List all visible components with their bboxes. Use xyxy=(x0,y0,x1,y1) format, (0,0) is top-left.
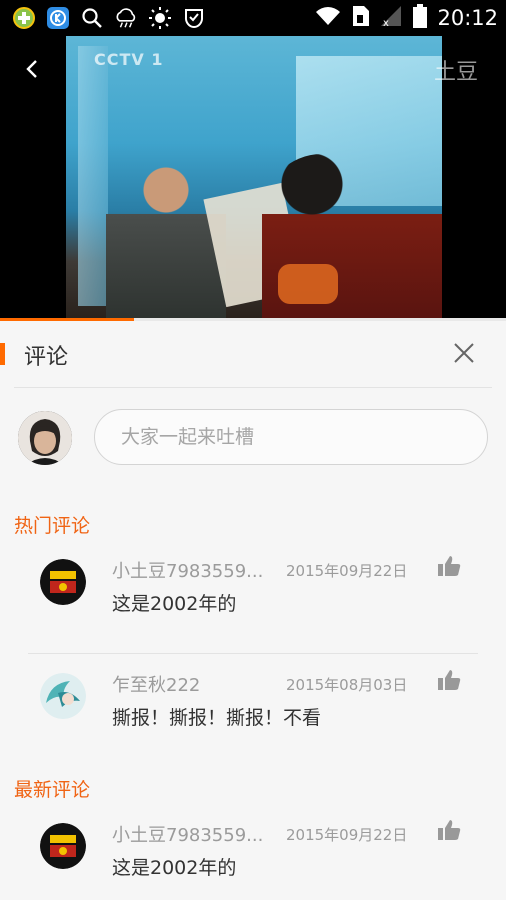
comment-input-box[interactable] xyxy=(94,409,488,465)
new-comments-title: 最新评论 xyxy=(14,779,91,801)
cloud-rain-icon xyxy=(114,6,138,30)
k-app-icon xyxy=(46,6,70,30)
status-time: 20:12 xyxy=(437,6,498,30)
thumbs-up-icon xyxy=(438,670,461,690)
comment-input[interactable] xyxy=(95,410,487,464)
channel-logo: CCTV 1 xyxy=(94,50,164,69)
commenter-avatar[interactable] xyxy=(40,673,86,719)
sun-icon xyxy=(148,6,172,30)
hot-comment-item: 乍至秋222 2015年08月03日 撕报！撕报！撕报！不看 xyxy=(0,655,506,751)
commenter-name[interactable]: 小土豆7983559... xyxy=(112,557,272,583)
commenter-name[interactable]: 小土豆7983559... xyxy=(112,821,272,847)
sim-icon xyxy=(351,4,371,32)
comment-text: 这是2002年的 xyxy=(112,857,237,879)
plus-circle-icon xyxy=(12,6,36,30)
video-player[interactable]: CCTV 1 土豆 xyxy=(0,36,506,318)
like-button[interactable] xyxy=(436,667,462,693)
video-frame: CCTV 1 xyxy=(66,36,442,318)
comment-divider xyxy=(28,653,478,654)
hot-comments-title: 热门评论 xyxy=(14,515,91,537)
chevron-left-icon xyxy=(26,60,37,78)
comment-date: 2015年09月22日 xyxy=(286,562,408,580)
comment-text: 撕报！撕报！撕报！不看 xyxy=(112,707,322,729)
comments-panel: 评论 热门评论 小土豆7983559... 2015年09月22日 这是2002… xyxy=(0,321,506,900)
commenter-avatar[interactable] xyxy=(40,559,86,605)
close-button[interactable] xyxy=(452,341,476,365)
thumbs-up-icon xyxy=(438,820,461,840)
comment-text: 这是2002年的 xyxy=(112,593,237,615)
brand-watermark: 土豆 xyxy=(433,60,478,85)
back-button[interactable] xyxy=(18,54,48,84)
search-icon xyxy=(80,6,104,30)
commenter-name[interactable]: 乍至秋222 xyxy=(112,671,272,697)
thumbs-up-icon xyxy=(438,556,461,576)
title-accent-bar xyxy=(0,343,5,365)
commenter-avatar[interactable] xyxy=(40,823,86,869)
header-divider xyxy=(14,387,492,388)
svg-text:x: x xyxy=(383,18,389,28)
current-user-avatar[interactable] xyxy=(18,411,72,465)
close-icon xyxy=(454,343,474,363)
signal-icon: x xyxy=(381,4,403,32)
new-comment-item: 小土豆7983559... 2015年09月22日 这是2002年的 xyxy=(0,805,506,900)
status-bar: x 20:12 xyxy=(0,0,506,36)
comments-header: 评论 xyxy=(0,321,506,387)
wifi-icon xyxy=(315,5,341,31)
comment-date: 2015年09月22日 xyxy=(286,826,408,844)
like-button[interactable] xyxy=(436,817,462,843)
comment-date: 2015年08月03日 xyxy=(286,676,408,694)
battery-icon xyxy=(413,4,428,32)
like-button[interactable] xyxy=(436,553,462,579)
hot-comment-item: 小土豆7983559... 2015年09月22日 这是2002年的 xyxy=(0,541,506,654)
comments-title: 评论 xyxy=(24,345,69,370)
shield-check-icon xyxy=(182,6,206,30)
